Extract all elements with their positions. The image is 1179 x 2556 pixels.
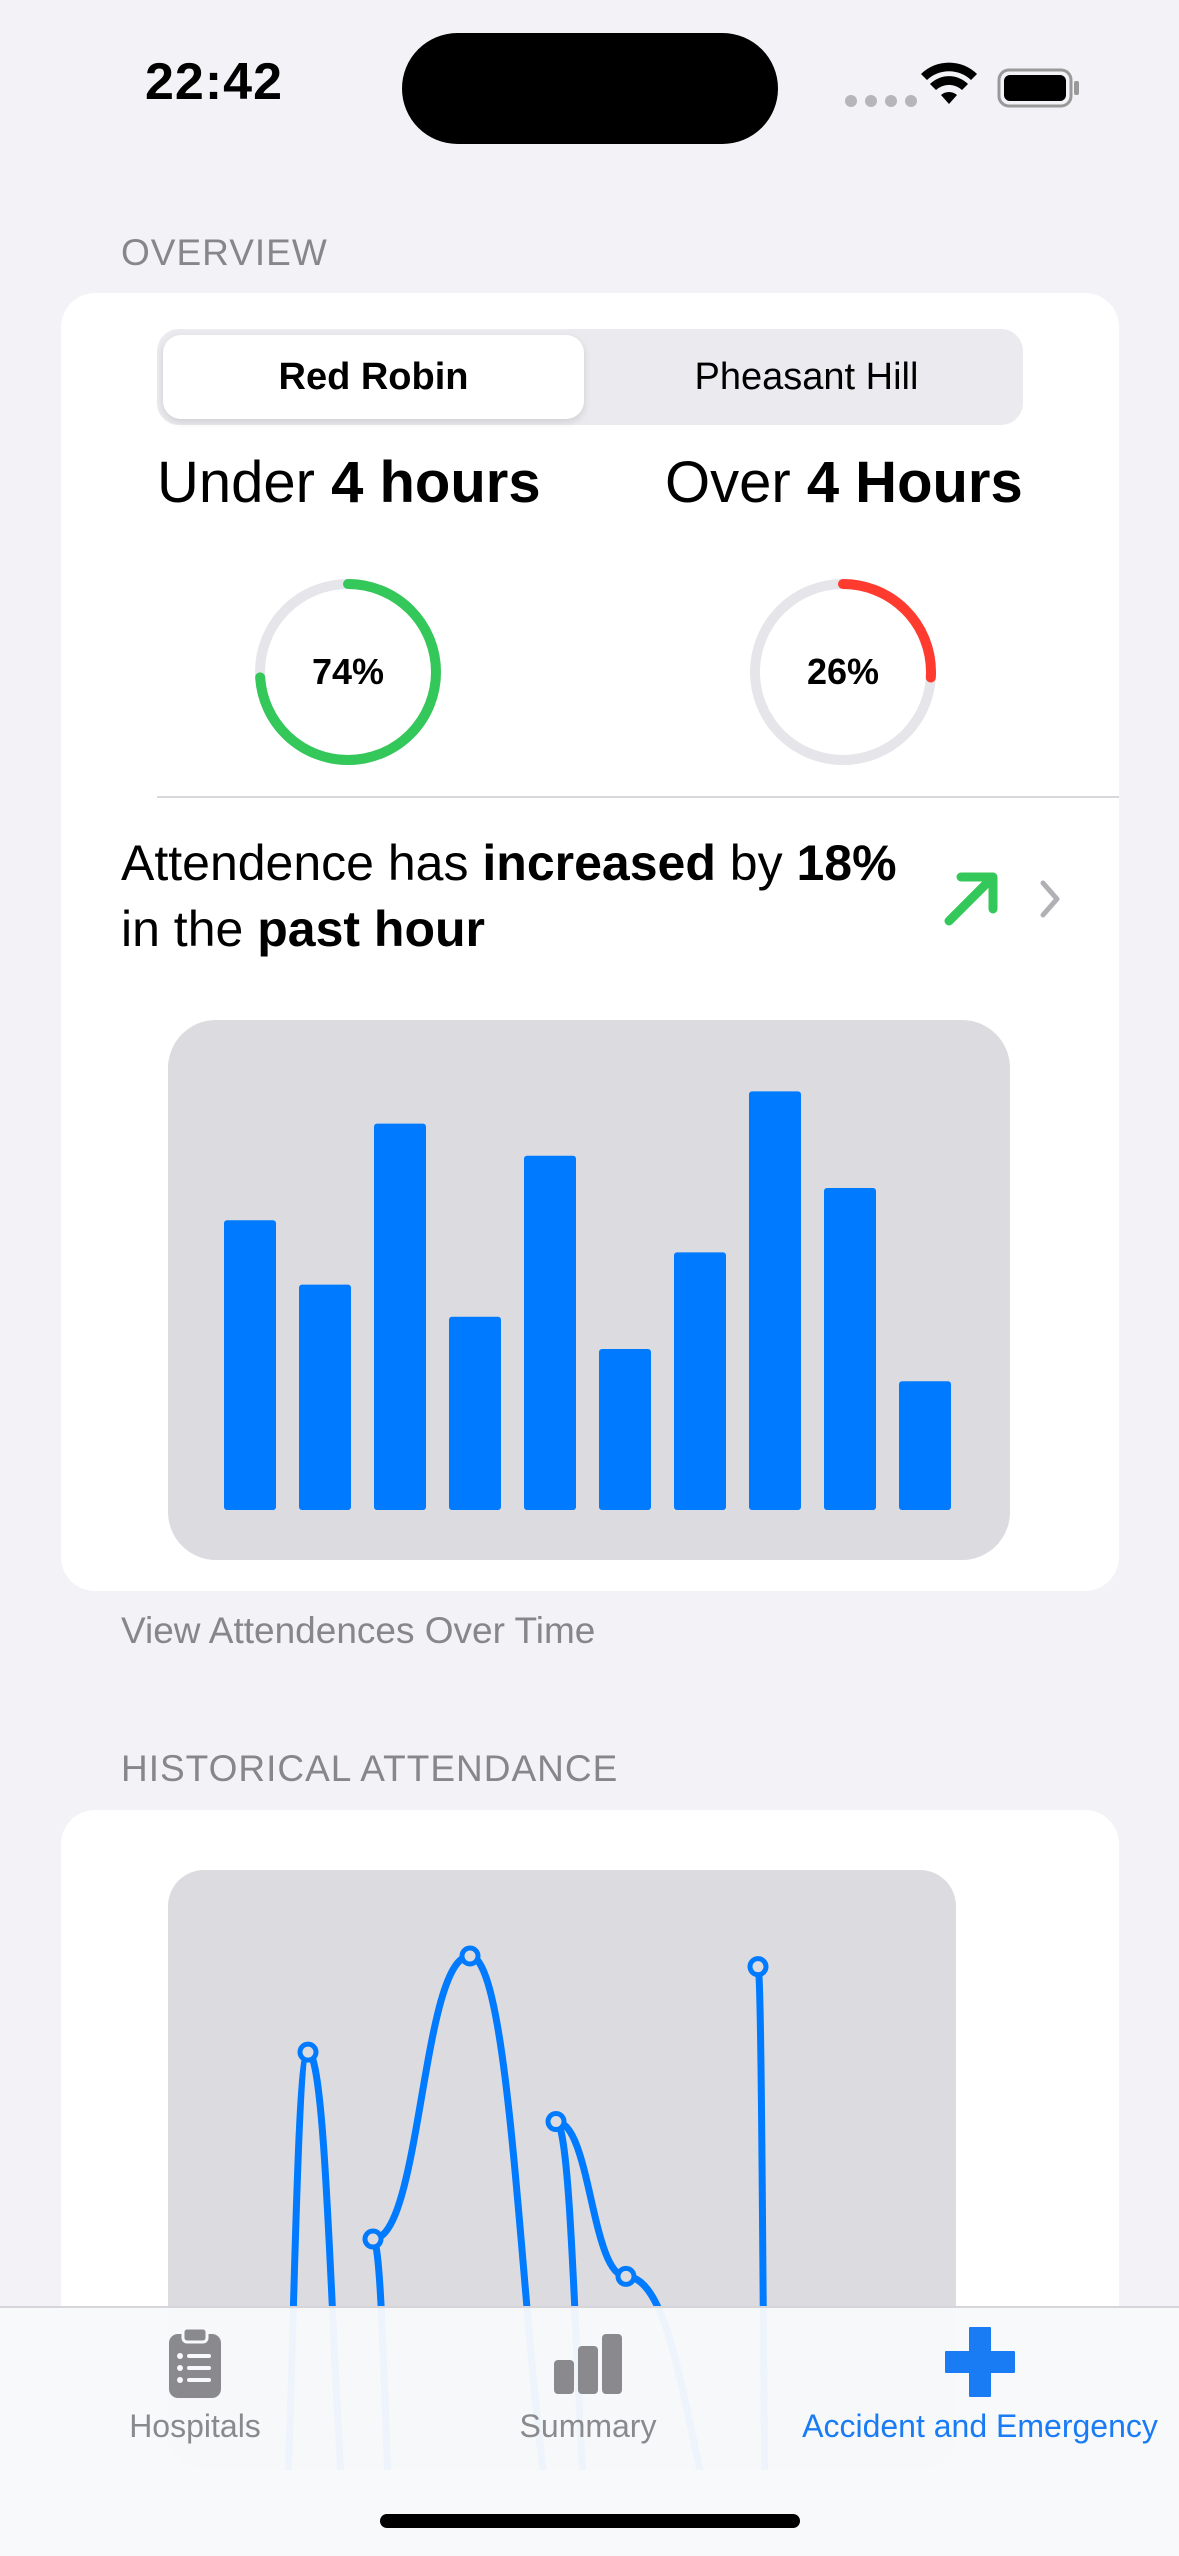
bar: [899, 1381, 951, 1510]
under-4-hours-percent: 74%: [311, 651, 385, 692]
clipboard-icon: [169, 2326, 221, 2398]
segment-pheasant-hill[interactable]: Pheasant Hill: [596, 335, 1017, 419]
tab-label: Accident and Emergency: [802, 2408, 1158, 2444]
attendance-bar-chart: [168, 1020, 1010, 1560]
tab-accident-and-emergency[interactable]: Accident and Emergency: [790, 2308, 1170, 2458]
bar: [824, 1188, 876, 1510]
overview-header: OVERVIEW: [121, 232, 328, 273]
historical-header: HISTORICAL ATTENDANCE: [121, 1748, 619, 1789]
tab-label: Summary: [519, 2408, 657, 2444]
chevron-right-icon[interactable]: [1035, 877, 1065, 921]
arrow-up-right-icon: [944, 872, 998, 926]
bar: [299, 1284, 351, 1510]
under-4-hours-title: Under 4 hours: [157, 450, 541, 515]
data-point: [747, 1956, 769, 1978]
cellular-signal-icon: [845, 95, 917, 107]
bar: [374, 1123, 426, 1510]
bar: [674, 1252, 726, 1510]
tab-summary[interactable]: Summary: [488, 2308, 688, 2458]
segment-red-robin[interactable]: Red Robin: [163, 335, 584, 419]
cross-icon: [945, 2327, 1015, 2397]
attendance-trend-text[interactable]: Attendence has increased by 18% in the p…: [121, 830, 941, 962]
hospital-segmented-control[interactable]: Red Robin Pheasant Hill: [157, 329, 1023, 425]
overview-card: Red Robin Pheasant Hill Under 4 hours Ov…: [61, 293, 1119, 1591]
view-attendances-link[interactable]: View Attendences Over Time: [121, 1610, 595, 1652]
bar: [599, 1349, 651, 1510]
bar: [749, 1091, 801, 1510]
status-time: 22:42: [145, 53, 283, 111]
battery-icon: [997, 68, 1079, 108]
data-point: [615, 2265, 637, 2287]
data-point: [545, 2111, 567, 2133]
dynamic-island: [402, 33, 778, 144]
divider: [157, 796, 1119, 798]
data-point: [362, 2228, 384, 2250]
status-bar: 22:42: [0, 0, 1179, 150]
home-indicator: [380, 2514, 800, 2528]
bar: [449, 1316, 501, 1510]
under-4-hours-ring: 74%: [248, 572, 448, 772]
data-point: [459, 1945, 481, 1967]
over-4-hours-title: Over 4 Hours: [665, 450, 1023, 515]
bar-chart-icon: [554, 2334, 622, 2394]
data-point: [297, 2041, 319, 2063]
over-4-hours-percent: 26%: [806, 651, 880, 692]
bar: [224, 1220, 276, 1510]
over-4-hours-ring: 26%: [743, 572, 943, 772]
tab-label: Hospitals: [129, 2408, 261, 2444]
wifi-icon: [921, 62, 977, 104]
bar: [524, 1155, 576, 1510]
tab-hospitals[interactable]: Hospitals: [95, 2308, 295, 2458]
